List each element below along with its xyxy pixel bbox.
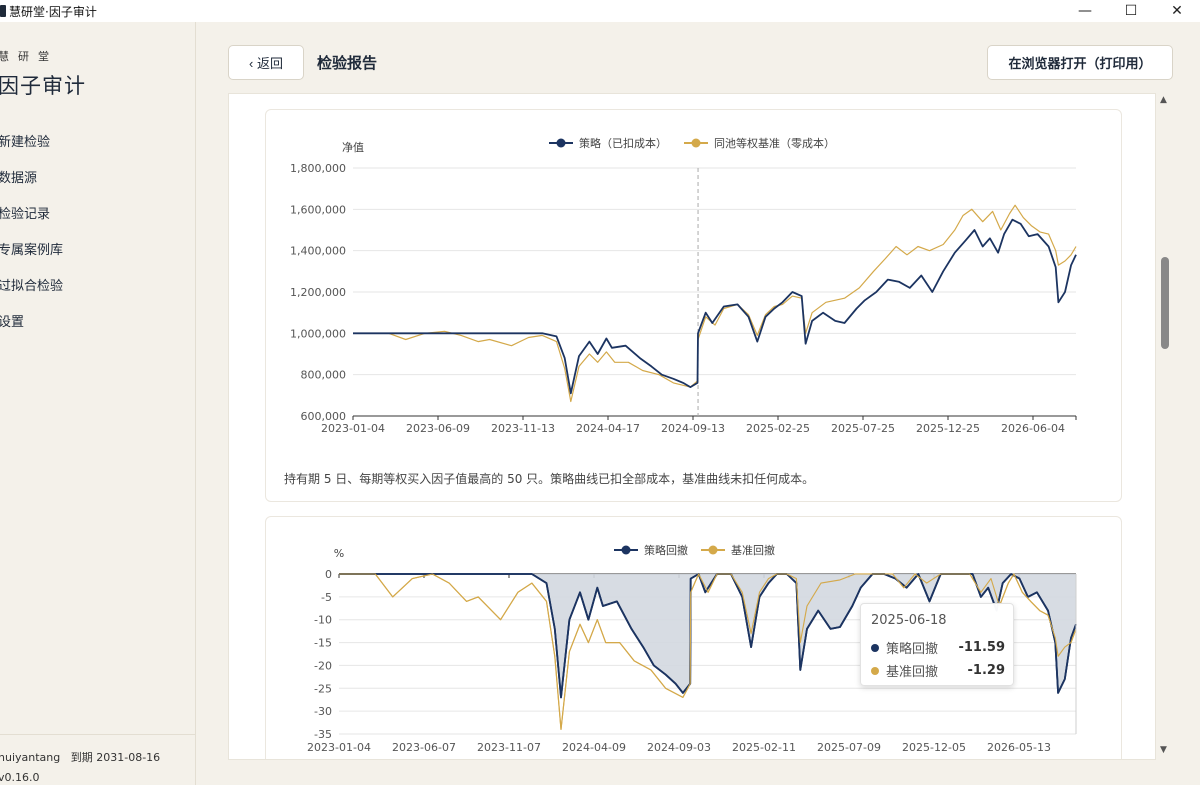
tooltip-row-strategy: 策略回撤 -11.59	[871, 638, 1005, 657]
maximize-icon[interactable]: ☐	[1108, 0, 1154, 22]
strategy-dot-icon	[871, 643, 879, 652]
x-tick-label: 2025-07-09	[817, 741, 881, 754]
app-icon	[0, 5, 6, 17]
sidebar: 慧研堂 因子审计 新建检验 数据源 检验记录 专属案例库 过拟合检验 设置 hu…	[0, 22, 196, 785]
sidebar-nav: 新建检验 数据源 检验记录 专属案例库 过拟合检验 设置	[0, 132, 63, 348]
y-tick-label: 1,800,000	[290, 162, 346, 175]
x-tick-label: 2023-11-13	[491, 422, 555, 435]
minimize-icon[interactable]: —	[1062, 0, 1108, 22]
y-tick-label: -25	[314, 682, 332, 695]
y-tick-label: 800,000	[301, 369, 347, 382]
x-tick-label: 2024-09-13	[661, 422, 725, 435]
sidebar-item-data-source[interactable]: 数据源	[0, 168, 63, 204]
sidebar-item-overfit-test[interactable]: 过拟合检验	[0, 276, 63, 312]
y-tick-label: 1,000,000	[290, 327, 346, 340]
y-tick-label: -5	[321, 591, 332, 604]
tooltip-row-benchmark: 基准回撤 -1.29	[871, 661, 1005, 680]
x-tick-label: 2023-06-09	[406, 422, 470, 435]
y-tick-label: 1,600,000	[290, 203, 346, 216]
x-tick-label: 2023-01-04	[321, 422, 385, 435]
page-title: 检验报告	[317, 54, 378, 72]
brand-small: 慧研堂	[0, 50, 58, 63]
sidebar-item-settings[interactable]: 设置	[0, 312, 63, 348]
y-tick-label: -35	[314, 728, 332, 741]
chart-note: 持有期 5 日、每期等权买入因子值最高的 50 只。策略曲线已扣全部成本，基准曲…	[284, 472, 815, 486]
drawdown-chart-card: 0 -5 -10 -15 -20 -25 -30 -35 2023-01-04 2023-06-0…	[265, 516, 1122, 759]
tooltip-date: 2025-06-18	[871, 613, 947, 628]
y-axis-label: 净值	[342, 140, 364, 154]
x-tick-label: 2025-02-11	[732, 741, 796, 754]
close-icon[interactable]: ✕	[1154, 0, 1200, 22]
series-line-strategy	[353, 218, 1077, 395]
version-label: v0.16.0	[0, 771, 40, 784]
sidebar-item-new-test[interactable]: 新建检验	[0, 132, 63, 168]
x-tick-label: 2024-09-03	[647, 741, 711, 754]
y-tick-label: 1,400,000	[290, 245, 346, 258]
x-tick-label: 2025-12-05	[902, 741, 966, 754]
sidebar-item-test-records[interactable]: 检验记录	[0, 204, 63, 240]
series-line-benchmark	[353, 204, 1077, 403]
nav-chart-card: 1,800,000 1,600,000 1,400,000 1,200,000 1,00…	[265, 109, 1122, 502]
x-tick-label: 2023-06-07	[392, 741, 456, 754]
scroll-down-icon[interactable]: ▼	[1160, 745, 1167, 755]
x-tick-label: 2024-04-09	[562, 741, 626, 754]
back-button[interactable]: ‹ 返回	[228, 45, 304, 80]
user-info: huiyantang 到期 2031-08-16	[0, 749, 160, 765]
x-tick-label: 2025-12-25	[916, 422, 980, 435]
window-title: 慧研堂·因子审计	[9, 4, 97, 19]
legend-marker	[556, 138, 566, 148]
benchmark-dot-icon	[871, 666, 879, 675]
y-tick-label: -30	[314, 705, 332, 718]
y-tick-label: 0	[325, 568, 332, 581]
x-tick-label: 2025-07-25	[831, 422, 895, 435]
nav-chart: 1,800,000 1,600,000 1,400,000 1,200,000 1,00…	[290, 136, 1077, 435]
scrollbar[interactable]: ▲ ▼	[1158, 93, 1172, 760]
legend-marker	[621, 545, 631, 555]
chart-tooltip: 2025-06-18 策略回撤 -11.59 基准回撤 -1.29	[860, 603, 1014, 686]
x-tick-label: 2023-11-07	[477, 741, 541, 754]
legend-label: 策略回撤	[644, 543, 688, 557]
sidebar-item-case-library[interactable]: 专属案例库	[0, 240, 63, 276]
y-tick-label: -10	[314, 614, 332, 627]
report-content[interactable]: 1,800,000 1,600,000 1,400,000 1,200,000 1,00…	[228, 93, 1156, 760]
x-tick-label: 2025-02-25	[746, 422, 810, 435]
open-in-browser-button[interactable]: 在浏览器打开（打印用）	[987, 45, 1173, 80]
x-tick-label: 2024-04-17	[576, 422, 640, 435]
scroll-up-icon[interactable]: ▲	[1160, 95, 1167, 105]
expiry-date: 到期 2031-08-16	[70, 751, 161, 764]
sidebar-footer: huiyantang 到期 2031-08-16 v0.16.0	[0, 734, 196, 784]
legend-marker	[708, 545, 718, 555]
tooltip-series-name: 基准回撤	[886, 665, 939, 680]
brand-title: 因子审计	[0, 74, 86, 98]
y-axis-label: %	[334, 547, 344, 560]
x-tick-label: 2026-05-13	[987, 741, 1051, 754]
y-tick-label: -20	[314, 659, 332, 672]
tooltip-value: -11.59	[958, 640, 1005, 655]
scroll-thumb[interactable]	[1161, 257, 1169, 349]
tooltip-series-name: 策略回撤	[886, 642, 939, 657]
legend-label: 基准回撤	[731, 543, 775, 557]
username: huiyantang	[0, 751, 61, 764]
title-bar: 慧研堂·因子审计 — ☐ ✕	[0, 0, 1200, 22]
legend-marker	[691, 138, 701, 148]
y-tick-label: 1,200,000	[290, 286, 346, 299]
x-tick-label: 2023-01-04	[307, 741, 371, 754]
legend-label: 同池等权基准（零成本）	[714, 136, 835, 150]
y-tick-label: -15	[314, 637, 332, 650]
tooltip-value: -1.29	[967, 663, 1005, 678]
x-tick-label: 2026-06-04	[1001, 422, 1065, 435]
legend-label: 策略（已扣成本）	[579, 136, 667, 150]
window-controls: — ☐ ✕	[1062, 0, 1200, 22]
